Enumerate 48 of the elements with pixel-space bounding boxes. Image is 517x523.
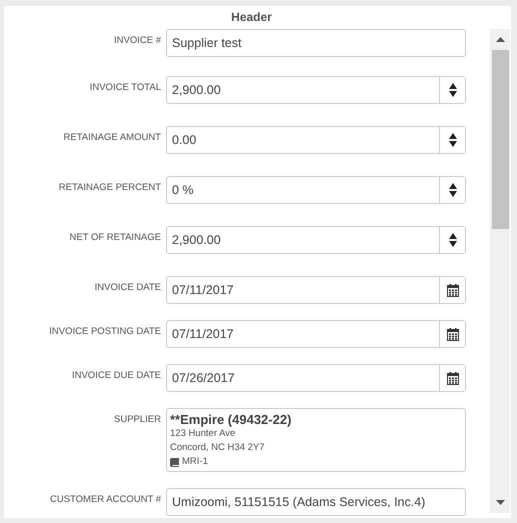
field-label: INVOICE DUE DATE <box>70 369 161 381</box>
calendar-button[interactable] <box>439 365 465 391</box>
decrement-icon <box>448 191 456 197</box>
calendar-icon <box>446 284 458 296</box>
supplier-name: **Empire (49432-22) <box>170 412 292 427</box>
number-field[interactable]: 0 % <box>166 176 466 204</box>
field-label: INVOICE TOTAL <box>88 81 161 93</box>
date-field[interactable]: 07/11/2017 <box>166 276 466 304</box>
decrement-icon <box>448 91 456 97</box>
increment-icon <box>448 233 456 239</box>
address-line: 123 Hunter Ave <box>170 427 236 441</box>
section-title: Header <box>230 9 273 26</box>
scroll-thumb[interactable] <box>492 50 508 229</box>
field-label: RETAINAGE PERCENT <box>58 181 161 193</box>
calendar-icon <box>446 328 458 340</box>
field-label: INVOICE # <box>113 34 161 46</box>
number-field[interactable]: 2,900.00 <box>166 76 466 104</box>
calendar-button[interactable] <box>439 321 465 347</box>
increment-icon <box>448 133 456 139</box>
field-label: SUPPLIER <box>113 413 161 425</box>
field-label: RETAINAGE AMOUNT <box>62 131 161 143</box>
calendar-icon <box>446 372 458 384</box>
spinner-button[interactable] <box>439 127 465 153</box>
address-line: Concord, NC H34 2Y7 <box>170 441 266 455</box>
scroll-down-icon[interactable] <box>496 500 504 505</box>
supplier-code: MRI-1 <box>182 455 208 469</box>
spinner-button[interactable] <box>439 77 465 103</box>
increment-icon <box>448 83 456 89</box>
text-field[interactable]: Umizoomi, 51151515 (Adams Services, Inc.4) <box>166 488 466 516</box>
date-field[interactable]: 07/26/2017 <box>166 364 466 392</box>
scrollbar[interactable] <box>490 29 510 513</box>
spinner-button[interactable] <box>439 227 465 253</box>
field-label: NET OF RETAINAGE <box>68 231 161 243</box>
date-field[interactable]: 07/11/2017 <box>166 320 466 348</box>
increment-icon <box>448 183 456 189</box>
text-field[interactable]: Supplier test <box>166 29 466 57</box>
decrement-icon <box>448 241 456 247</box>
field-label: INVOICE DATE <box>94 281 161 293</box>
scroll-up-icon[interactable] <box>496 37 504 42</box>
field-label: INVOICE POSTING DATE <box>48 325 161 337</box>
calendar-button[interactable] <box>439 277 465 303</box>
decrement-icon <box>448 141 456 147</box>
field-label: CUSTOMER ACCOUNT # <box>48 493 161 505</box>
spinner-button[interactable] <box>439 177 465 203</box>
number-field[interactable]: 2,900.00 <box>166 226 466 254</box>
book-icon <box>170 458 179 466</box>
number-field[interactable]: 0.00 <box>166 126 466 154</box>
supplier-card[interactable]: **Empire (49432-22) 123 Hunter Ave Concord, NC H34 2Y7 MRI-1 <box>166 408 466 472</box>
